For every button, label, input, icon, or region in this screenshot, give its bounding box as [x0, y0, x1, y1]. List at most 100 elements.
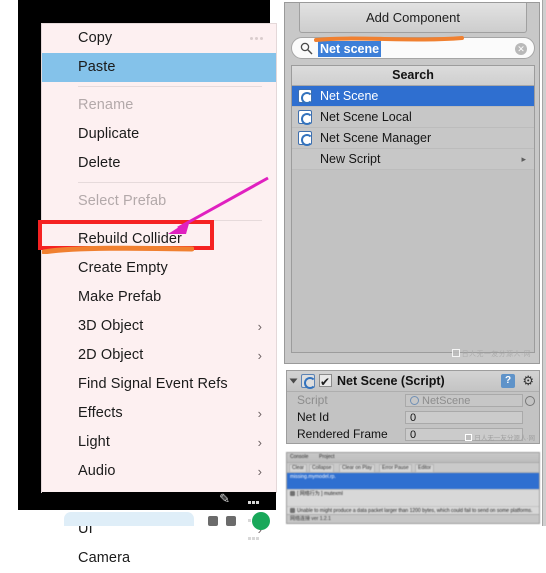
menu-item-label: Rename [78, 97, 134, 113]
menu-item-label: Light [78, 434, 110, 450]
console-log-row[interactable]: [ 网络行为 ] mutexml [287, 490, 539, 507]
menu-item-label: Find Signal Event Refs [78, 376, 228, 392]
component-results-panel: Search Net Scene Net Scene Local Net Sce… [291, 65, 535, 353]
menu-item-label: Delete [78, 155, 121, 171]
console-log-text: [ 网络行为 ] mutexml [297, 491, 343, 497]
menu-item-label: Copy [78, 30, 113, 46]
component-result-net-scene[interactable]: Net Scene [292, 86, 534, 107]
menu-separator [78, 220, 262, 221]
chevron-right-icon: › [257, 348, 262, 363]
menu-separator [78, 86, 262, 87]
menu-separator [78, 182, 262, 183]
component-result-label: Net Scene Local [320, 110, 412, 124]
chevron-right-icon: › [257, 464, 262, 479]
property-value-script[interactable]: NetScene [405, 394, 523, 407]
menu-item-make-prefab[interactable]: Make Prefab [42, 283, 276, 312]
clear-icon[interactable]: ✕ [515, 43, 527, 55]
menu-item-camera[interactable]: Camera [42, 544, 276, 573]
menu-item-paste[interactable]: Paste [42, 53, 276, 82]
search-icon [300, 42, 313, 55]
console-collapse-button[interactable]: Collapse [309, 464, 335, 473]
watermark-icon [451, 349, 460, 357]
menu-item-select-prefab: Select Prefab [42, 187, 276, 216]
script-icon [298, 110, 313, 125]
menu-item-label: 3D Object [78, 318, 144, 334]
popup-watermark: 日人无一友分源人·网 [451, 349, 531, 359]
console-editor-button[interactable]: Editor [415, 464, 435, 473]
property-value-net-id[interactable]: 0 [405, 411, 523, 424]
menu-item-copy[interactable]: Copy [42, 24, 276, 53]
component-header[interactable]: Net Scene (Script) ? ⚙ [287, 371, 539, 392]
component-result-label: Net Scene Manager [320, 131, 432, 145]
pen-icon[interactable]: ✎ [219, 491, 230, 507]
gear-icon[interactable]: ⚙ [522, 373, 534, 389]
watermark-text: 日人无一友分源人·网 [474, 435, 535, 442]
menu-item-rename: Rename [42, 91, 276, 120]
menu-item-rebuild-collider[interactable]: Rebuild Collider [42, 225, 276, 254]
partial-ui-icon-2 [226, 516, 236, 526]
menu-item-light[interactable]: Light › [42, 428, 276, 457]
component-result-new-script[interactable]: New Script ▸ [292, 149, 534, 170]
property-label: Script [297, 393, 328, 407]
search-input[interactable]: Net scene ✕ [291, 37, 535, 59]
script-icon [301, 374, 316, 389]
menu-item-label: Effects [78, 405, 123, 421]
chevron-right-icon: › [257, 406, 262, 421]
foldout-triangle-icon[interactable] [289, 378, 298, 384]
property-label: Net Id [297, 410, 330, 424]
menu-item-label: 2D Object [78, 347, 144, 363]
object-field-icon [410, 396, 419, 405]
console-panel: Console Project Clear Collapse Clear on … [286, 452, 540, 524]
partial-ui-icon-1 [208, 516, 218, 526]
partial-ui-chip [64, 512, 194, 526]
console-toolbar: Clear Collapse Clear on Play Error Pause… [287, 463, 539, 473]
console-log-text: missing.mymodel.rp. [290, 474, 336, 480]
console-footer: 网络连接 ver 1.2.1 [287, 514, 539, 523]
console-clear-button[interactable]: Clear [289, 464, 307, 473]
partial-ui-badge [252, 512, 270, 530]
menu-item-effects[interactable]: Effects › [42, 399, 276, 428]
inspector-component-block: Net Scene (Script) ? ⚙ Script NetScene N… [286, 370, 540, 444]
component-search-row: Net scene ✕ [291, 37, 535, 63]
menu-item-label: Create Empty [78, 260, 168, 276]
menu-item-3d-object[interactable]: 3D Object › [42, 312, 276, 341]
context-menu: Copy Paste Rename Duplicate Delete Selec… [42, 24, 276, 566]
tab-project[interactable]: Project [319, 454, 335, 460]
property-row-net-id: Net Id 0 [287, 409, 539, 426]
menu-item-label: Rebuild Collider [78, 231, 182, 247]
log-icon [290, 491, 295, 496]
menu-item-label: Paste [78, 59, 116, 75]
adjacent-panel-edge [542, 0, 546, 526]
property-row-script: Script NetScene [287, 392, 539, 409]
menu-item-find-signal-event-refs[interactable]: Find Signal Event Refs [42, 370, 276, 399]
console-tab-bar: Console Project [287, 453, 539, 463]
component-result-net-scene-manager[interactable]: Net Scene Manager [292, 128, 534, 149]
chevron-right-icon: ▸ [521, 154, 526, 164]
menu-item-2d-object[interactable]: 2D Object › [42, 341, 276, 370]
menu-item-duplicate[interactable]: Duplicate [42, 120, 276, 149]
tab-console[interactable]: Console [290, 454, 308, 460]
search-input-value: Net scene [318, 41, 382, 57]
console-clear-on-play-button[interactable]: Clear on Play [339, 464, 376, 473]
log-icon [290, 508, 295, 513]
component-result-net-scene-local[interactable]: Net Scene Local [292, 107, 534, 128]
menu-item-delete[interactable]: Delete [42, 149, 276, 178]
property-label: Rendered Frame [297, 427, 388, 441]
watermark-text: 日人无一友分源人·网 [461, 351, 531, 358]
menu-item-audio[interactable]: Audio › [42, 457, 276, 486]
object-picker-icon[interactable] [525, 396, 535, 406]
script-icon [298, 131, 313, 146]
menu-item-label: Select Prefab [78, 193, 167, 209]
component-result-label: New Script [320, 152, 381, 166]
property-value-text: NetScene [422, 395, 471, 407]
menu-item-create-empty[interactable]: Create Empty [42, 254, 276, 283]
device-frame: Copy Paste Rename Duplicate Delete Selec… [18, 0, 276, 566]
menu-item-label: Camera [78, 550, 131, 566]
help-icon[interactable]: ? [501, 374, 515, 388]
script-icon [298, 89, 313, 104]
component-enabled-checkbox[interactable] [319, 372, 332, 392]
add-component-title: Add Component [299, 3, 527, 33]
console-log-row[interactable]: missing.mymodel.rp. [287, 473, 539, 490]
chevron-right-icon: › [257, 319, 262, 334]
console-error-pause-button[interactable]: Error Pause [379, 464, 412, 473]
